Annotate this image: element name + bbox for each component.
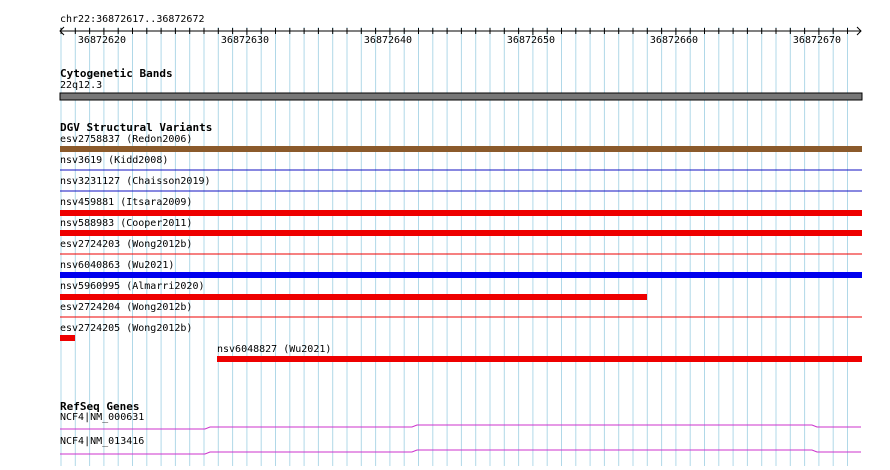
dgv-feature-label[interactable]: nsv3619 (Kidd2008) xyxy=(60,155,168,167)
dgv-feature-label[interactable]: nsv6048827 (Wu2021) xyxy=(217,344,331,356)
dgv-track-title: DGV Structural Variants xyxy=(60,121,213,134)
ruler-tick-label: 36872670 xyxy=(792,35,842,46)
refseq-gene-line xyxy=(60,449,861,455)
dgv-feature-label[interactable]: nsv588983 (Cooper2011) xyxy=(60,218,192,230)
dgv-feature-label[interactable]: esv2724204 (Wong2012b) xyxy=(60,302,192,314)
ruler-tick-label: 36872630 xyxy=(220,35,270,46)
dgv-feature-label[interactable]: nsv5960995 (Almarri2020) xyxy=(60,281,205,293)
dgv-feature-label[interactable]: nsv6040863 (Wu2021) xyxy=(60,260,174,272)
ruler-tick-label: 36872640 xyxy=(363,35,413,46)
ruler-tick-label: 36872620 xyxy=(77,35,127,46)
ruler-tick-label: 36872660 xyxy=(649,35,699,46)
dgv-feature-label[interactable]: esv2724203 (Wong2012b) xyxy=(60,239,192,251)
dgv-feature-label[interactable]: esv2724205 (Wong2012b) xyxy=(60,323,192,335)
genome-browser-canvas: chr22:36872617..36872672 36872620 368726… xyxy=(0,0,890,466)
cytoband-label[interactable]: 22q12.3 xyxy=(60,80,102,92)
ruler-tick-label: 36872650 xyxy=(506,35,556,46)
dgv-feature-bar xyxy=(60,230,862,236)
refseq-gene-label[interactable]: NCF4|NM_000631 xyxy=(60,412,144,424)
dgv-feature-label[interactable]: nsv459881 (Itsara2009) xyxy=(60,197,192,209)
cytoband-bar xyxy=(59,92,863,101)
refseq-gene-line xyxy=(60,424,861,430)
dgv-feature-bar xyxy=(60,210,862,216)
dgv-feature-bar xyxy=(217,356,862,362)
dgv-feature-bar xyxy=(60,272,862,278)
cytoband-track-title: Cytogenetic Bands xyxy=(60,67,173,80)
dgv-feature-bar xyxy=(60,335,75,341)
dgv-feature-label[interactable]: nsv3231127 (Chaisson2019) xyxy=(60,176,211,188)
dgv-feature-bar xyxy=(60,146,862,152)
dgv-feature-bar xyxy=(60,294,647,300)
region-label: chr22:36872617..36872672 xyxy=(60,14,205,25)
refseq-gene-label[interactable]: NCF4|NM_013416 xyxy=(60,436,144,448)
dgv-feature-label[interactable]: esv2758837 (Redon2006) xyxy=(60,134,192,146)
